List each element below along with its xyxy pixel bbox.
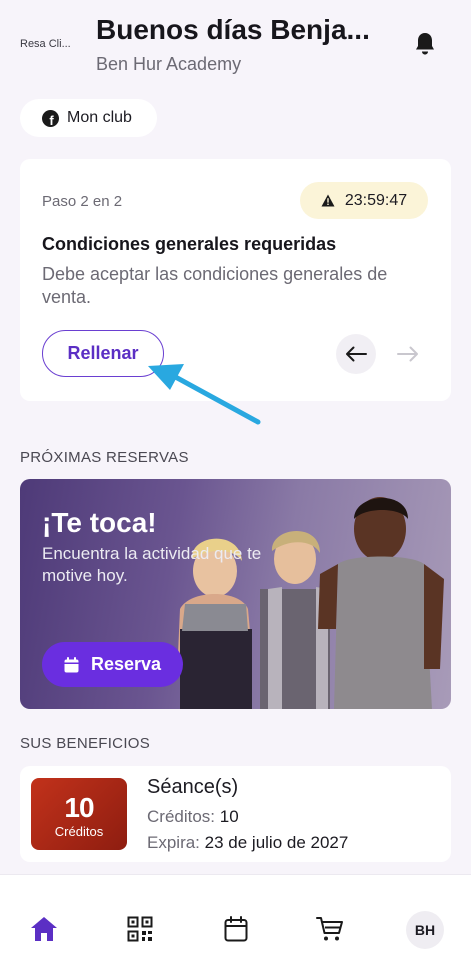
credits-thumb-number: 10 — [64, 792, 94, 823]
cart-icon — [316, 917, 343, 941]
calendar-icon — [64, 656, 79, 672]
book-button[interactable]: Reserva — [42, 642, 183, 687]
booking-banner[interactable]: ¡Te toca! Encuentra la actividad que te … — [20, 479, 451, 709]
arrow-right-icon — [397, 346, 418, 362]
benefit-credits: Créditos: 10 — [147, 807, 239, 827]
credits-value: 10 — [219, 807, 239, 826]
step-description: Debe aceptar las condiciones generales d… — [42, 264, 388, 307]
banner-title: ¡Te toca! — [42, 507, 157, 538]
club-name: Ben Hur Academy — [96, 54, 242, 74]
header: Resa Cli... Buenos días Benja... Ben Hur… — [0, 0, 471, 90]
book-label: Reserva — [90, 654, 162, 674]
banner-subtitle: Encuentra la actividad que te motive hoy… — [42, 544, 262, 585]
mon-club-chip[interactable]: f Mon club — [20, 99, 157, 137]
credits-thumbnail: 10 Créditos — [31, 778, 127, 850]
club-short-name: Resa Cli... — [20, 38, 71, 50]
profile-avatar[interactable]: BH — [406, 911, 444, 949]
arrow-left-icon — [346, 346, 367, 362]
timer-badge: 23:59:47 — [300, 182, 428, 219]
bell-icon[interactable] — [413, 31, 437, 57]
expires-value: 23 de julio de 2027 — [204, 833, 349, 852]
bottom-tab-bar: BH — [0, 874, 471, 974]
warning-icon — [321, 194, 335, 207]
tab-qr-code[interactable] — [126, 915, 154, 943]
timer-value: 23:59:47 — [344, 191, 408, 209]
benefits-heading: SUS BENEFICIOS — [20, 735, 151, 752]
expires-label: Expira: — [147, 833, 200, 852]
step-title: Condiciones generales requeridas — [42, 234, 337, 254]
tab-home[interactable] — [30, 915, 58, 943]
tab-calendar[interactable] — [222, 915, 250, 943]
credits-label: Créditos: — [147, 807, 216, 826]
greeting-title: Buenos días Benja... — [96, 14, 370, 45]
pointer-arrow-icon — [148, 364, 261, 425]
tab-cart[interactable] — [316, 915, 344, 943]
qr-code-icon — [127, 916, 153, 942]
benefit-card[interactable]: 10 Créditos Séance(s) Créditos: 10 Expir… — [20, 766, 451, 862]
previous-step-button[interactable] — [336, 334, 376, 374]
calendar-icon — [224, 916, 248, 942]
upcoming-bookings-heading: PRÓXIMAS RESERVAS — [20, 449, 189, 466]
credits-thumb-word: Créditos — [54, 824, 104, 839]
facebook-icon: f — [42, 109, 59, 127]
benefit-expiry: Expira: 23 de julio de 2027 — [147, 833, 348, 853]
mon-club-label: Mon club — [67, 109, 132, 126]
next-step-button[interactable] — [388, 334, 428, 374]
benefit-name: Séance(s) — [147, 776, 239, 798]
home-icon — [31, 917, 57, 941]
step-indicator: Paso 2 en 2 — [42, 193, 123, 210]
